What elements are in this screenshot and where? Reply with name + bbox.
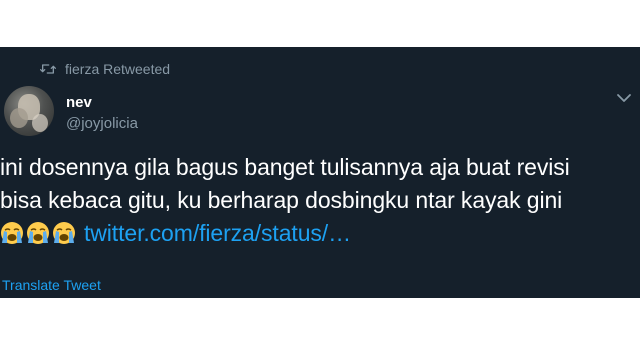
loudly-crying-face-icon <box>1 222 23 244</box>
chevron-down-icon[interactable] <box>616 92 632 104</box>
loudly-crying-face-icon <box>27 222 49 244</box>
avatar[interactable] <box>4 86 54 136</box>
loudly-crying-face-icon <box>53 222 75 244</box>
author-display-name[interactable]: nev <box>66 94 92 111</box>
tweet-text-line-2: bisa kebaca gitu, ku berharap dosbingku … <box>0 187 563 213</box>
tweet-link[interactable]: twitter.com/fierza/status/… <box>84 220 351 246</box>
tweet-text-line-1: ini dosennya gila bagus banget tulisanny… <box>0 154 570 180</box>
retweet-icon <box>40 64 56 74</box>
retweet-indicator: fierza Retweeted <box>40 61 170 77</box>
tweet-card[interactable]: fierza Retweeted nev @joyjolicia ini dos… <box>0 47 640 298</box>
translate-tweet-link[interactable]: Translate Tweet <box>2 277 101 293</box>
author-handle[interactable]: @joyjolicia <box>66 115 138 132</box>
retweet-label: fierza Retweeted <box>65 61 171 77</box>
tweet-text-line-3: twitter.com/fierza/status/… <box>0 217 630 250</box>
tweet-text: ini dosennya gila bagus banget tulisanny… <box>0 151 630 250</box>
